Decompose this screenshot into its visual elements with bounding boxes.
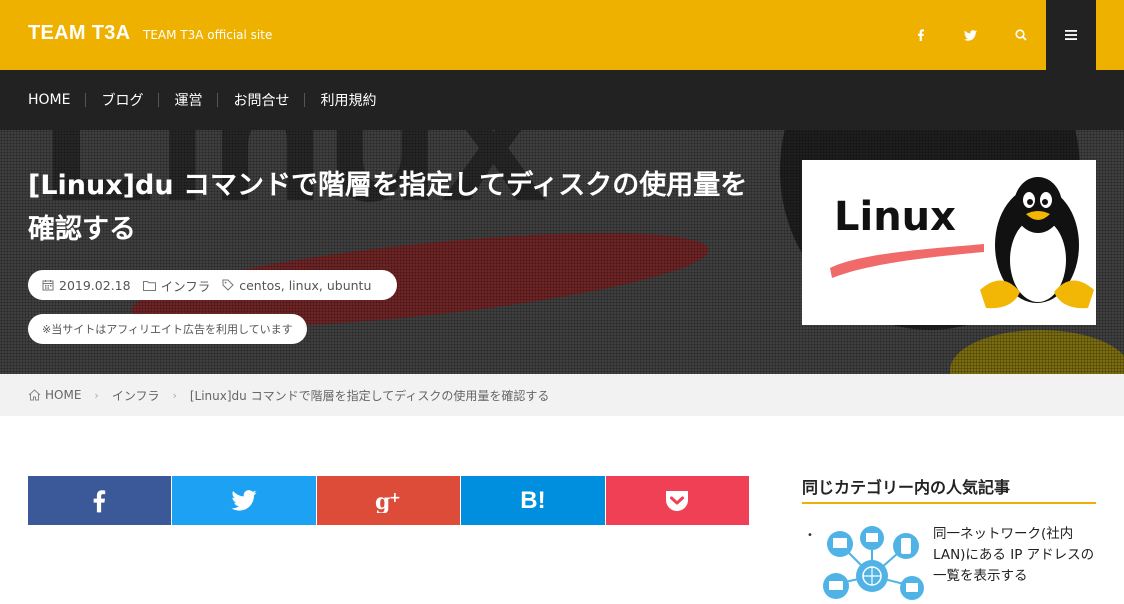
breadcrumb-category[interactable]: インフラ [112,387,160,404]
nav-item-management[interactable]: 運営 [174,90,202,110]
post-category-text: インフラ [160,278,211,294]
google-plus-icon: g + [375,489,401,513]
article-title: [Linux]du コマンドで階層を指定してディスクの使用量を確認する [28,170,748,245]
hamburger-menu-icon [1065,30,1077,40]
site-header: TEAM T3A TEAM T3A official site [0,0,1124,70]
breadcrumb-home-label: HOME [45,388,82,402]
post-tags-text: centos, linux, ubuntu [239,277,372,293]
tag-icon [222,279,234,291]
share-google-plus-button[interactable]: g + [316,476,461,525]
post-tags[interactable]: centos, linux, ubuntu [222,278,371,293]
article-thumbnail: Linux [802,160,1096,325]
svg-text:+: + [389,490,401,506]
nav-divider [304,93,306,107]
share-hatena-button[interactable]: B! [461,476,605,525]
nav-item-home[interactable]: HOME [28,92,70,108]
article-meta: 2019.02.18 インフラ centos, linux, ubuntu [28,270,398,300]
share-pocket-button[interactable] [605,476,750,525]
facebook-icon[interactable] [908,22,934,48]
sidebar-heading: 同じカテゴリー内の人気記事 [802,474,1096,504]
site-tagline: TEAM T3A official site [143,28,273,42]
global-nav: HOME ブログ 運営 お問合せ 利用規約 [0,70,1124,130]
sidebar-article-title[interactable]: 同一ネットワーク(社内LAN)にある IP アドレスの一覧を表示する [933,524,1098,587]
twitter-icon [231,490,257,511]
breadcrumb-home[interactable]: HOME [28,388,81,402]
site-logo[interactable]: TEAM T3A [28,22,130,45]
folder-icon [142,280,156,291]
network-diagram-thumbnail [822,524,924,604]
breadcrumb: HOME › インフラ › [Linux]du コマンドで階層を指定してディスク… [0,374,1124,416]
chevron-right-icon: › [172,388,177,402]
share-twitter-button[interactable] [172,476,316,525]
chevron-right-icon: › [94,388,99,402]
post-category[interactable]: インフラ [142,276,211,295]
nav-divider [85,93,87,107]
thumbnail-text: Linux [834,194,956,240]
calendar-icon [42,280,54,291]
nav-item-terms[interactable]: 利用規約 [320,90,376,110]
pocket-icon [666,490,689,511]
list-bullet: • [807,530,813,541]
share-buttons: g + B! [28,476,750,525]
home-icon [28,389,41,401]
twitter-icon[interactable] [957,22,983,48]
nav-item-blog[interactable]: ブログ [101,90,143,110]
search-icon[interactable] [1008,22,1034,48]
nav-divider [158,93,160,107]
tux-penguin-icon [980,177,1094,309]
sidebar-popular-article[interactable]: • 同一ネットワーク(社内LAN)にある IP アドレスの一覧を表示する [802,524,1096,604]
hamburger-menu-button[interactable] [1046,0,1096,70]
nav-item-contact[interactable]: お問合せ [233,90,289,110]
post-date: 2019.02.18 [42,278,131,293]
post-date-text: 2019.02.18 [59,277,131,293]
facebook-icon [93,489,106,512]
article-hero: Linux [Linux]du コマンドで階層を指定してディスクの使用量を確認す… [0,130,1124,374]
hatena-bookmark-icon: B! [520,486,546,514]
breadcrumb-current: [Linux]du コマンドで階層を指定してディスクの使用量を確認する [189,388,550,403]
affiliate-notice: ※当サイトはアフィリエイト広告を利用しています [28,314,307,344]
nav-divider [217,93,219,107]
share-facebook-button[interactable] [28,476,172,525]
